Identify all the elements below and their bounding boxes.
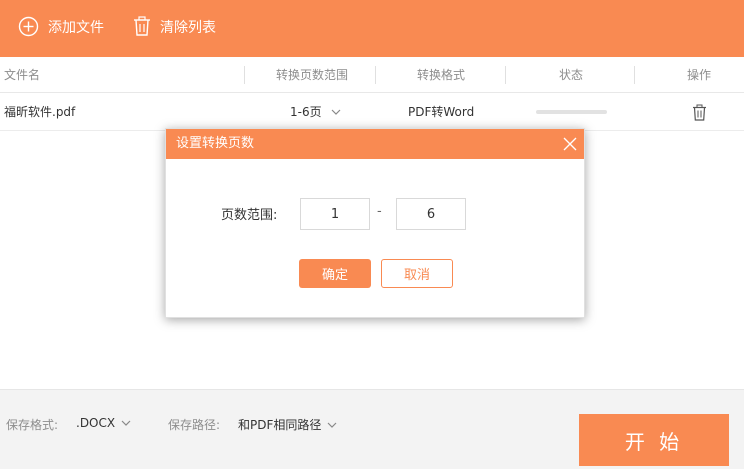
- add-file-label: 添加文件: [48, 19, 104, 36]
- status-progress-bar: [536, 110, 607, 114]
- save-path-label: 保存路径:: [168, 418, 221, 432]
- page-range-label: 页数范围:: [221, 208, 278, 223]
- header-action: 操作: [687, 68, 712, 82]
- header-page-range: 转换页数范围: [276, 68, 349, 82]
- dialog-header: 设置转换页数: [166, 129, 584, 159]
- page-to-input[interactable]: [396, 198, 466, 230]
- header-divider: [505, 66, 506, 84]
- add-file-button[interactable]: 添加文件: [18, 16, 104, 37]
- toolbar: 添加文件 清除列表: [0, 0, 744, 57]
- confirm-button[interactable]: 确定: [299, 259, 371, 288]
- header-divider: [375, 66, 376, 84]
- header-divider: [244, 66, 245, 84]
- chevron-down-icon: [327, 422, 337, 428]
- start-button[interactable]: 开 始: [579, 414, 729, 466]
- close-icon[interactable]: [563, 137, 577, 151]
- cancel-button[interactable]: 取消: [381, 259, 453, 288]
- range-dash: -: [377, 204, 382, 219]
- page-from-input[interactable]: [300, 198, 370, 230]
- footer-bar: 保存格式: .DOCX 保存路径: 和PDF相同路径 开 始: [0, 389, 744, 469]
- save-format-dropdown[interactable]: .DOCX: [76, 416, 131, 430]
- row-format: PDF转Word: [408, 105, 475, 119]
- page-range-dropdown[interactable]: 1-6页: [290, 93, 341, 131]
- clear-list-button[interactable]: 清除列表: [133, 16, 216, 37]
- save-format-label: 保存格式:: [6, 418, 59, 432]
- page-range-value: 1-6页: [290, 105, 322, 119]
- header-format: 转换格式: [417, 68, 466, 82]
- trash-icon: [693, 104, 706, 121]
- chevron-down-icon: [121, 420, 131, 426]
- chevron-down-icon: [332, 109, 341, 115]
- header-divider: [634, 66, 635, 84]
- save-path-value: 和PDF相同路径: [238, 418, 322, 432]
- header-status: 状态: [559, 68, 584, 82]
- page-range-dialog: 设置转换页数 页数范围: - 确定 取消: [165, 128, 585, 318]
- header-filename: 文件名: [4, 68, 41, 82]
- row-filename: 福昕软件.pdf: [4, 105, 76, 119]
- clear-list-label: 清除列表: [160, 19, 216, 36]
- delete-row-button[interactable]: [692, 104, 707, 124]
- table-header: 文件名 转换页数范围 转换格式 状态 操作: [0, 57, 744, 93]
- table-row[interactable]: 福昕软件.pdf 1-6页 PDF转Word: [0, 93, 744, 131]
- trash-icon: [134, 16, 150, 36]
- save-path-dropdown[interactable]: 和PDF相同路径: [238, 416, 337, 433]
- save-format-value: .DOCX: [76, 416, 116, 430]
- dialog-title: 设置转换页数: [176, 136, 255, 151]
- plus-circle-icon: [18, 16, 39, 37]
